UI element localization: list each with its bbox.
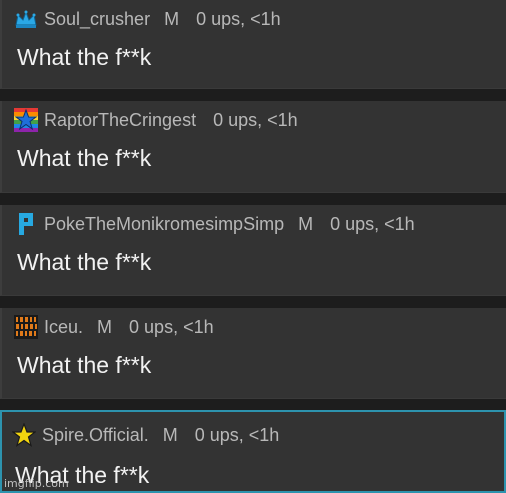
comment-item-selected: Spire.Official. M 0 ups, <1h What the f*… [0,410,506,493]
comment-item: Soul_crusher M 0 ups, <1h What the f**k [0,0,506,89]
comment-username[interactable]: Iceu. [44,317,83,338]
comment-ups: 0 ups, <1h [194,424,280,445]
comment-item: RaptorTheCringest 0 ups, <1h What the f*… [0,101,506,193]
comment-item: PokeTheMonikromesimpSimp M 0 ups, <1h Wh… [0,205,506,296]
comment-text: What the f**k [17,44,152,70]
mod-badge: M [162,424,178,445]
comment-header: Spire.Official. M 0 ups, <1h [12,423,280,447]
comment-item: Iceu. M 0 ups, <1h What the f**k [0,308,506,399]
crown-icon[interactable] [14,7,38,31]
mod-badge: M [164,8,180,29]
comment-header: Soul_crusher M 0 ups, <1h [14,8,281,30]
comment-ups: 0 ups, <1h [196,8,281,29]
mod-badge: M [97,316,113,337]
rainbow-star-icon[interactable] [14,108,38,132]
comment-ups: 0 ups, <1h [129,316,214,337]
comment-header: PokeTheMonikromesimpSimp M 0 ups, <1h [14,213,415,235]
comment-username[interactable]: Soul_crusher [44,9,150,30]
comment-header: RaptorTheCringest 0 ups, <1h [14,108,298,132]
comment-ups: 0 ups, <1h [330,213,415,234]
comment-username[interactable]: PokeTheMonikromesimpSimp [44,214,284,235]
comment-thread: Soul_crusher M 0 ups, <1h What the f**k … [0,0,506,493]
comment-username[interactable]: Spire.Official. [42,425,149,446]
p-logo-icon[interactable] [14,212,38,236]
mod-badge: M [298,213,314,234]
yellow-star-icon[interactable] [12,423,36,447]
comment-text: What the f**k [17,249,152,275]
watermark: imgflip.com [4,477,69,490]
binary-grid-icon[interactable] [14,315,38,339]
comment-text: What the f**k [17,145,152,171]
comment-header: Iceu. M 0 ups, <1h [14,315,214,339]
comment-ups: 0 ups, <1h [213,109,298,130]
comment-username[interactable]: RaptorTheCringest [44,110,196,131]
comment-text: What the f**k [17,352,152,378]
